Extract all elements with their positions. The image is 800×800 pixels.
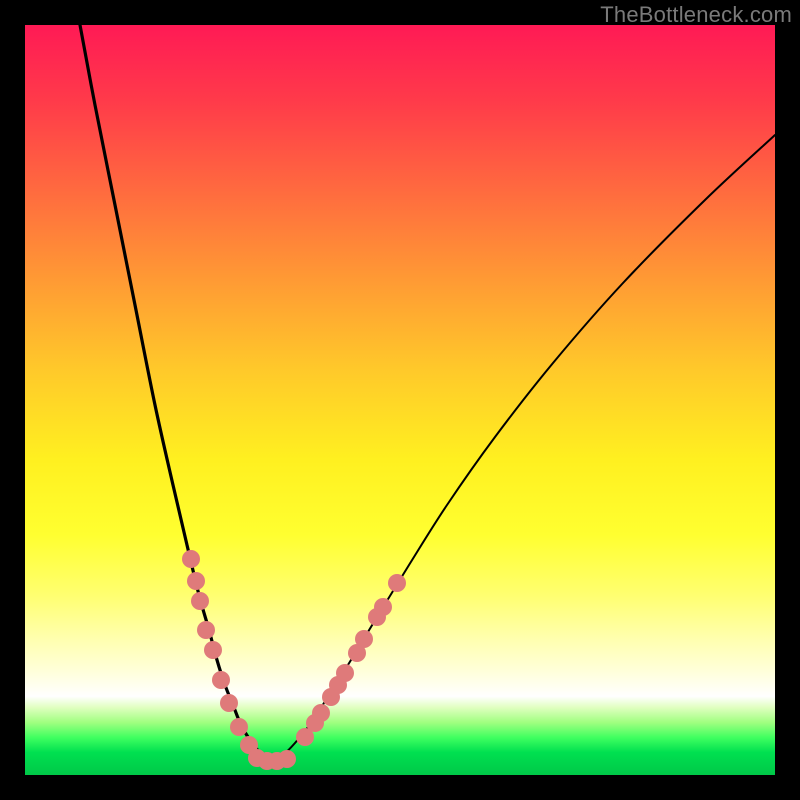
data-dot xyxy=(187,572,205,590)
curve-lines xyxy=(80,25,775,761)
chart-frame: TheBottleneck.com xyxy=(0,0,800,800)
data-dot xyxy=(388,574,406,592)
data-dot xyxy=(278,750,296,768)
watermark-text: TheBottleneck.com xyxy=(600,2,792,28)
data-dot xyxy=(197,621,215,639)
data-dot xyxy=(374,598,392,616)
curve-left-branch xyxy=(80,25,273,761)
chart-svg xyxy=(25,25,775,775)
data-dot xyxy=(204,641,222,659)
data-dot xyxy=(212,671,230,689)
data-dot xyxy=(220,694,238,712)
data-dot xyxy=(355,630,373,648)
plot-area xyxy=(25,25,775,775)
data-dot xyxy=(191,592,209,610)
data-dot xyxy=(230,718,248,736)
data-dot xyxy=(312,704,330,722)
data-dot xyxy=(182,550,200,568)
data-dot xyxy=(336,664,354,682)
